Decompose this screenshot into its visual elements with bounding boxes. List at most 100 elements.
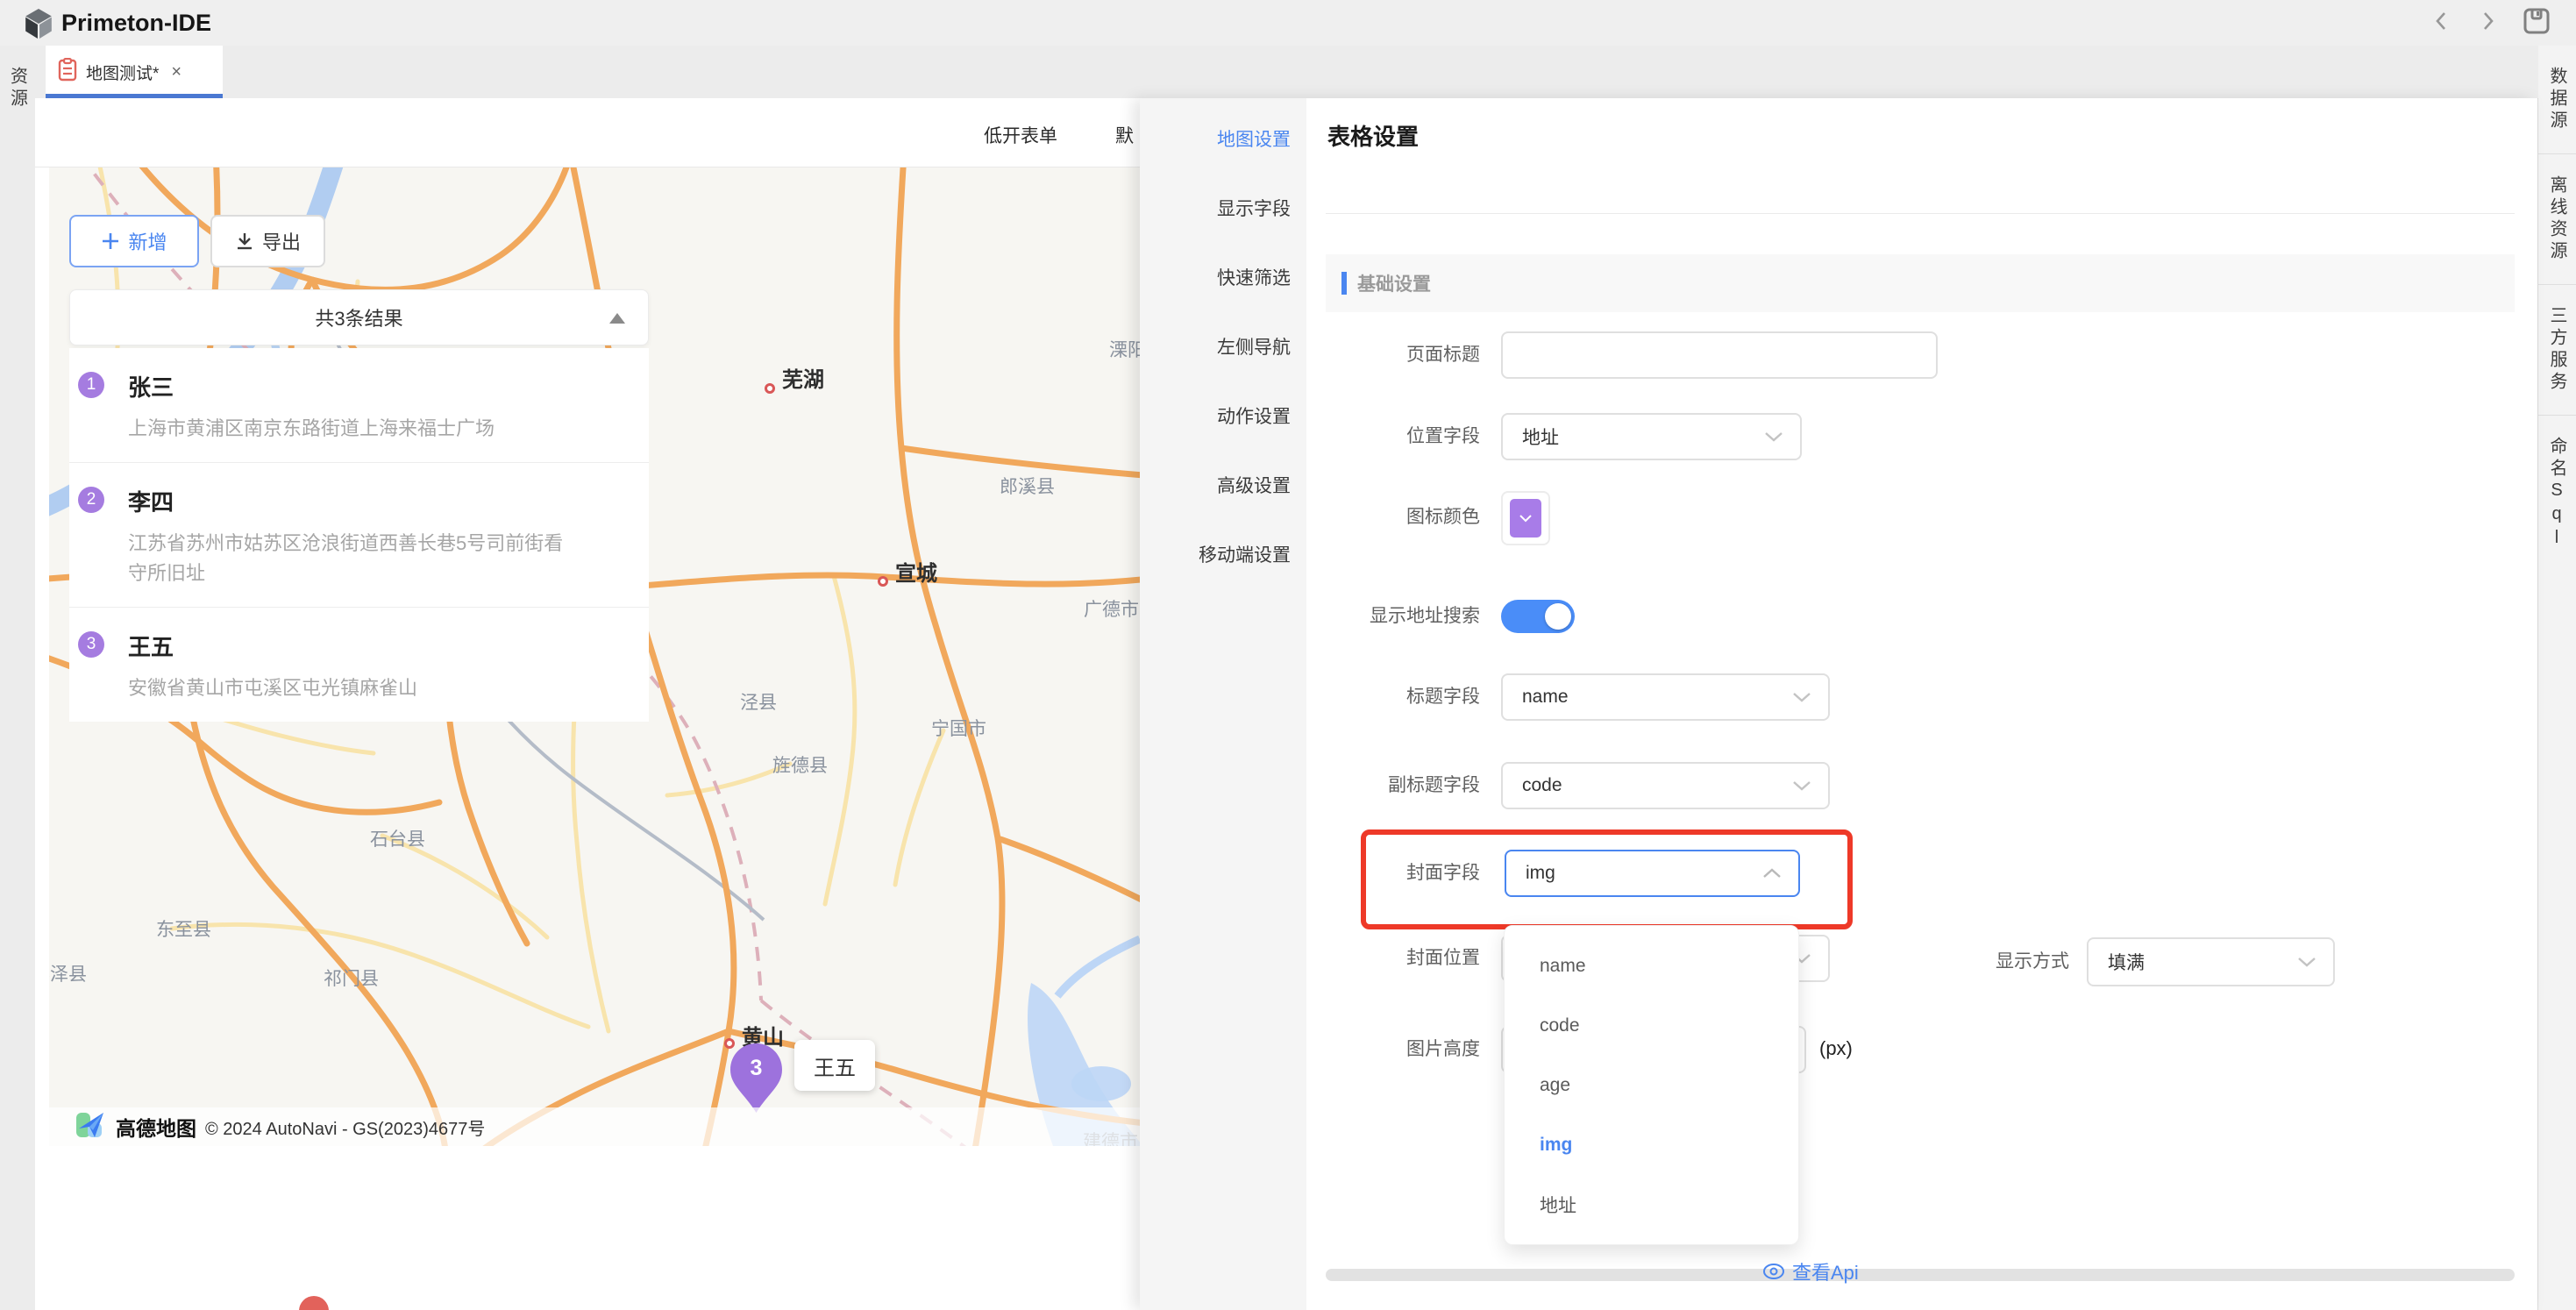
canvas-red-marker bbox=[299, 1296, 329, 1310]
page-title-input[interactable] bbox=[1501, 331, 1938, 379]
map-label-pengze: 彭泽县 bbox=[49, 960, 87, 986]
item-address: 安徽省黄山市屯溪区屯光镇麻雀山 bbox=[128, 673, 571, 703]
map-marker-label[interactable]: 王五 bbox=[794, 1040, 875, 1091]
nav-forward-icon[interactable] bbox=[2476, 10, 2499, 37]
settings-nav-display-fields[interactable]: 显示字段 bbox=[1140, 173, 1306, 242]
settings-nav-map[interactable]: 地图设置 bbox=[1140, 103, 1306, 173]
primeton-ide-window: Primeton-IDE 资源 数据源 离 bbox=[0, 0, 2576, 1310]
chevron-down-icon bbox=[2296, 956, 2317, 968]
tab-bar: 地图测试* × bbox=[35, 46, 2538, 99]
add-button[interactable]: 新增 bbox=[69, 215, 199, 267]
item-address: 上海市黄浦区南京东路街道上海来福士广场 bbox=[128, 414, 571, 444]
form-file-icon bbox=[58, 58, 77, 86]
dropdown-option-img[interactable]: img bbox=[1505, 1115, 1798, 1175]
section-accent-bar bbox=[1341, 272, 1347, 295]
list-item[interactable]: 1 张三 上海市黄浦区南京东路街道上海来福士广场 bbox=[69, 348, 649, 463]
item-name: 李四 bbox=[128, 485, 624, 517]
download-icon bbox=[235, 231, 254, 251]
title-bar: Primeton-IDE bbox=[0, 0, 2576, 46]
divider bbox=[1326, 213, 2515, 214]
icon-color-picker[interactable] bbox=[1501, 491, 1550, 545]
field-label-title-field: 标题字段 bbox=[1306, 685, 1480, 709]
export-button[interactable]: 导出 bbox=[210, 215, 325, 267]
settings-nav-mobile[interactable]: 移动端设置 bbox=[1140, 519, 1306, 588]
left-rail-item-resources[interactable]: 资源 bbox=[0, 46, 35, 132]
title-field-select[interactable]: name bbox=[1501, 673, 1830, 721]
right-rail-item-named-sql[interactable]: 命名Sql bbox=[2538, 415, 2576, 573]
designer-toolbar: 低开表单 默 bbox=[35, 98, 1140, 167]
item-name: 王五 bbox=[128, 630, 624, 662]
field-label-page-title: 页面标题 bbox=[1306, 343, 1480, 367]
item-name: 张三 bbox=[128, 370, 624, 402]
map-label-wuhu: 芜湖 bbox=[782, 362, 824, 393]
field-label-show-address-search: 显示地址搜索 bbox=[1306, 604, 1480, 629]
location-field-select[interactable]: 地址 bbox=[1501, 413, 1802, 460]
map-label-langxi: 郎溪县 bbox=[1000, 473, 1055, 499]
results-list: 1 张三 上海市黄浦区南京东路街道上海来福士广场 2 李四 江苏省苏州市姑苏区沧… bbox=[69, 348, 649, 722]
map-marker-pin[interactable]: 3 bbox=[729, 1043, 783, 1114]
plus-icon bbox=[101, 231, 120, 251]
map-label-dongzhi: 东至县 bbox=[156, 915, 211, 942]
tab-close-icon[interactable]: × bbox=[171, 62, 181, 82]
field-label-cover-position: 封面位置 bbox=[1306, 946, 1480, 971]
nav-back-icon[interactable] bbox=[2430, 10, 2453, 37]
collapse-triangle-icon[interactable] bbox=[609, 313, 625, 324]
results-summary-header[interactable]: 共3条结果 bbox=[69, 289, 649, 345]
map-attribution: 高德地图 © 2024 AutoNavi - GS(2023)4677号 bbox=[49, 1107, 1140, 1146]
settings-nav-actions[interactable]: 动作设置 bbox=[1140, 381, 1306, 450]
right-rail-item-datasource[interactable]: 数据源 bbox=[2538, 46, 2576, 153]
field-label-location-field: 位置字段 bbox=[1306, 424, 1480, 449]
right-rail-item-offline-resources[interactable]: 离线资源 bbox=[2538, 153, 2576, 284]
map-label-jingde: 旌德县 bbox=[772, 751, 828, 778]
chevron-up-icon bbox=[1761, 867, 1783, 879]
toolbar-tab-default[interactable]: 默 bbox=[1115, 122, 1134, 148]
dropdown-option-age[interactable]: age bbox=[1505, 1056, 1798, 1115]
view-api-link[interactable]: 查看Api bbox=[1762, 1257, 1859, 1285]
settings-content: 表格设置 基础设置 页面标题 位置字段 地址 图标颜色 bbox=[1306, 98, 2537, 1310]
tab-map-test[interactable]: 地图测试* × bbox=[46, 46, 223, 98]
settings-nav-quick-filter[interactable]: 快速筛选 bbox=[1140, 242, 1306, 311]
map-label-qimen: 祁门县 bbox=[324, 965, 379, 991]
settings-nav-advanced[interactable]: 高级设置 bbox=[1140, 450, 1306, 519]
settings-nav-left-nav[interactable]: 左侧导航 bbox=[1140, 311, 1306, 381]
image-height-unit: (px) bbox=[1819, 1037, 1853, 1060]
field-label-image-height: 图片高度 bbox=[1306, 1037, 1480, 1062]
item-address: 江苏省苏州市姑苏区沧浪街道西善长巷5号司前街看守所旧址 bbox=[128, 529, 571, 588]
map-label-liyang: 溧阳 bbox=[1109, 336, 1140, 362]
dropdown-option-name[interactable]: name bbox=[1505, 936, 1798, 996]
city-dot-xuancheng bbox=[878, 576, 888, 587]
chevron-down-icon bbox=[1791, 691, 1812, 703]
chevron-down-icon bbox=[1763, 431, 1784, 443]
right-rail: 数据源 离线资源 三方服务 命名Sql bbox=[2537, 46, 2576, 1310]
amap-copyright: © 2024 AutoNavi - GS(2023)4677号 bbox=[205, 1114, 485, 1140]
list-item[interactable]: 3 王五 安徽省黄山市屯溪区屯光镇麻雀山 bbox=[69, 608, 649, 722]
left-rail: 资源 bbox=[0, 46, 36, 1310]
amap-brand: 高德地图 bbox=[116, 1112, 196, 1142]
display-mode-select[interactable]: 填满 bbox=[2087, 937, 2335, 986]
save-icon[interactable] bbox=[2522, 6, 2551, 40]
toolbar-tab-lowcode-form[interactable]: 低开表单 bbox=[984, 122, 1057, 148]
city-dot-wuhu bbox=[765, 383, 775, 394]
map-label-guangde: 广德市 bbox=[1084, 595, 1139, 622]
app-title: Primeton-IDE bbox=[61, 10, 211, 37]
right-rail-item-third-party-services[interactable]: 三方服务 bbox=[2538, 284, 2576, 415]
horizontal-scrollbar[interactable] bbox=[1326, 1269, 2515, 1281]
amap-logo-icon bbox=[75, 1109, 107, 1145]
map-label-shitai: 石台县 bbox=[370, 825, 425, 851]
eye-icon bbox=[1762, 1263, 1785, 1280]
dropdown-option-address[interactable]: 地址 bbox=[1505, 1175, 1798, 1235]
dropdown-option-code[interactable]: code bbox=[1505, 996, 1798, 1056]
field-label-display-mode: 显示方式 bbox=[1896, 950, 2069, 974]
list-item[interactable]: 2 李四 江苏省苏州市姑苏区沧浪街道西善长巷5号司前街看守所旧址 bbox=[69, 463, 649, 608]
show-address-search-toggle[interactable] bbox=[1501, 600, 1575, 633]
app-logo-icon bbox=[23, 8, 54, 44]
map-label-jingxian: 泾县 bbox=[740, 688, 777, 715]
item-index-badge: 1 bbox=[78, 372, 104, 398]
item-index-badge: 2 bbox=[78, 487, 104, 513]
settings-panel: 地图设置 显示字段 快速筛选 左侧导航 动作设置 高级设置 移动端设置 表格设置… bbox=[1140, 98, 2537, 1310]
toggle-knob bbox=[1545, 603, 1571, 630]
settings-title: 表格设置 bbox=[1327, 119, 1419, 152]
section-basic-settings: 基础设置 bbox=[1326, 254, 2515, 312]
cover-field-select[interactable]: img bbox=[1505, 850, 1800, 897]
subtitle-field-select[interactable]: code bbox=[1501, 762, 1830, 809]
